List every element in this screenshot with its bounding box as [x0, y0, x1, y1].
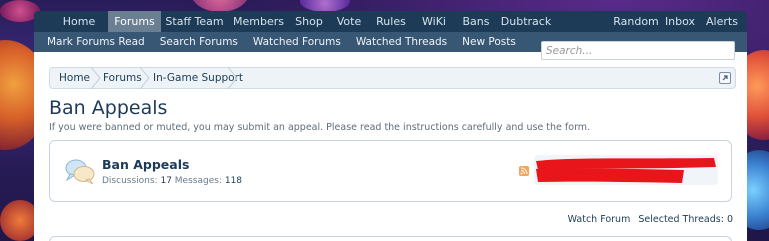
nav-inbox[interactable]: Inbox — [660, 11, 700, 32]
page-description: If you were banned or muted, you may sub… — [49, 122, 591, 133]
breadcrumb-separator-icon — [90, 67, 101, 89]
discussions-count: 17 — [160, 176, 172, 186]
page-title: Ban Appeals — [49, 97, 168, 119]
nav-alerts[interactable]: Alerts — [700, 11, 744, 32]
rss-icon[interactable] — [519, 166, 529, 176]
subnav-search-forums[interactable]: Search Forums — [160, 36, 238, 48]
search-input[interactable] — [541, 41, 735, 60]
tab-shop[interactable]: Shop — [289, 11, 329, 32]
nav-tabs: Home Forums Staff Team Members Shop Vote… — [34, 11, 555, 32]
watch-forum-link[interactable]: Watch Forum — [568, 214, 631, 225]
breadcrumb: Home Forums In-Game Support — [49, 67, 736, 89]
nav-random[interactable]: Random — [612, 11, 660, 32]
tab-wiki[interactable]: WiKi — [413, 11, 455, 32]
tab-forums[interactable]: Forums — [108, 11, 161, 32]
popout-icon[interactable] — [719, 72, 731, 84]
breadcrumb-separator-icon — [227, 67, 238, 89]
footer-links: Watch Forum Selected Threads: 0 — [568, 214, 733, 225]
redaction-mark — [536, 158, 716, 183]
forum-title-link[interactable]: Ban Appeals — [102, 157, 189, 172]
subnav-new-posts[interactable]: New Posts — [462, 36, 516, 48]
thread-list-container — [49, 236, 732, 241]
messages-count: 118 — [224, 176, 243, 186]
breadcrumb-home[interactable]: Home — [59, 68, 90, 88]
last-post-info[interactable] — [534, 155, 718, 185]
tab-home[interactable]: Home — [50, 11, 108, 32]
nav-user-links: Random Inbox Alerts — [612, 11, 747, 32]
main-navigation: Home Forums Staff Team Members Shop Vote… — [34, 11, 747, 32]
tab-rules[interactable]: Rules — [369, 11, 413, 32]
rss-glyph-icon — [520, 167, 528, 175]
page-content: Home Forums In-Game Support Ban Appeals … — [34, 52, 747, 241]
speech-bubbles-icon — [65, 159, 95, 185]
tab-bans[interactable]: Bans — [455, 11, 497, 32]
discussions-label: Discussions: — [102, 176, 158, 186]
subnav-watched-threads[interactable]: Watched Threads — [356, 36, 447, 48]
breadcrumb-forums[interactable]: Forums — [103, 68, 142, 88]
subnav-mark-forums-read[interactable]: Mark Forums Read — [47, 36, 145, 48]
breadcrumb-separator-icon — [139, 67, 150, 89]
tab-vote[interactable]: Vote — [329, 11, 369, 32]
subnav-watched-forums[interactable]: Watched Forums — [253, 36, 341, 48]
tab-dubtrack[interactable]: Dubtrack — [497, 11, 555, 32]
selected-threads[interactable]: Selected Threads: 0 — [638, 214, 733, 225]
messages-label: Messages: — [174, 176, 222, 186]
tab-staff-team[interactable]: Staff Team — [161, 11, 228, 32]
tab-members[interactable]: Members — [228, 11, 289, 32]
arrow-up-right-icon — [722, 75, 728, 81]
forum-stats: Discussions: 17 Messages: 118 — [102, 176, 242, 186]
forum-node: Ban Appeals Discussions: 17 Messages: 11… — [49, 140, 732, 202]
